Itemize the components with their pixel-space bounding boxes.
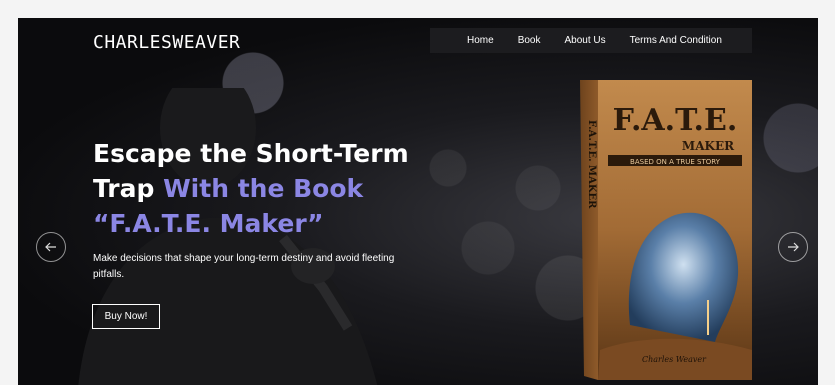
- hero-title-line2: Trap: [93, 174, 164, 203]
- nav-terms[interactable]: Terms And Condition: [630, 35, 722, 46]
- hero-banner: CHARLESWEAVER Home Book About Us Terms A…: [18, 18, 818, 385]
- book-subtitle: MAKER: [682, 139, 735, 153]
- hero-subtitle: Make decisions that shape your long-term…: [93, 253, 395, 280]
- main-nav: Home Book About Us Terms And Condition: [430, 28, 752, 53]
- hero-title-book-name: “F.A.T.E. Maker”: [93, 209, 324, 238]
- nav-about-us[interactable]: About Us: [564, 35, 605, 46]
- book-spine-text: F.A.T.E. MAKER: [586, 120, 597, 209]
- carousel-next-button[interactable]: [778, 232, 808, 262]
- site-logo[interactable]: CHARLESWEAVER: [93, 32, 240, 53]
- carousel-prev-button[interactable]: [36, 232, 66, 262]
- hero-title: Escape the Short-Term Trap With the Book…: [93, 136, 423, 241]
- hero-title-accent: With the Book: [163, 174, 364, 203]
- book-cover[interactable]: F.A.T.E. MAKER F.A.T.E. MAKER BASED ON A…: [580, 80, 752, 380]
- hero-title-line1: Escape the Short-Term: [93, 139, 409, 168]
- book-author-signature: Charles Weaver: [642, 355, 707, 364]
- nav-book[interactable]: Book: [518, 35, 541, 46]
- book-tagline: BASED ON A TRUE STORY: [630, 158, 721, 166]
- buy-now-button[interactable]: Buy Now!: [92, 304, 160, 329]
- nav-home[interactable]: Home: [467, 35, 494, 46]
- arrow-left-icon: [45, 242, 56, 252]
- arrow-right-icon: [788, 242, 799, 252]
- book-title: F.A.T.E.: [613, 103, 738, 138]
